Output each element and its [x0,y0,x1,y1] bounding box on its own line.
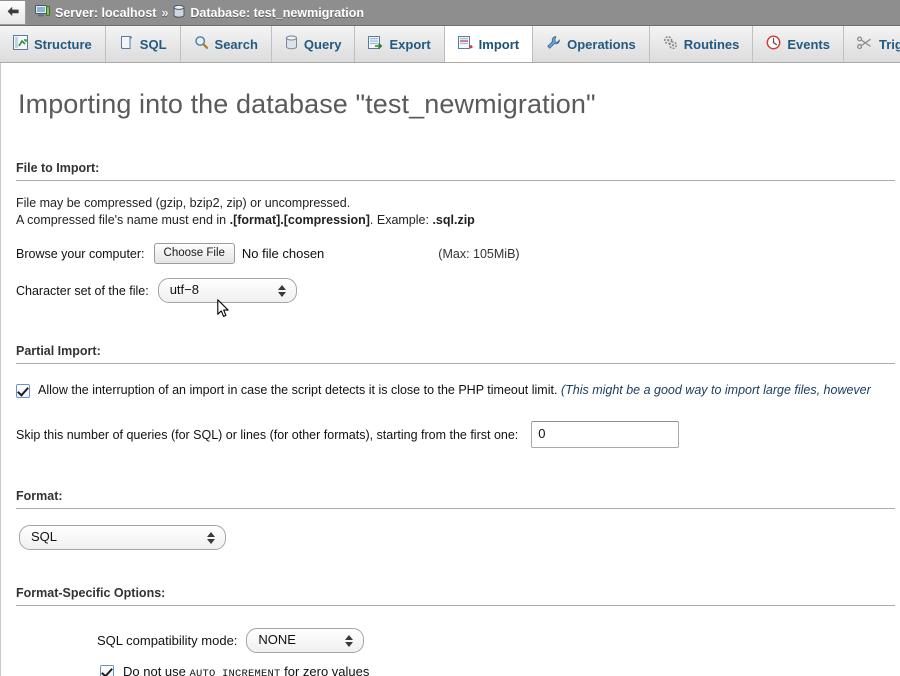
desc-line-1: File may be compressed (gzip, bzip2, zip… [16,196,351,210]
back-arrow-icon [6,5,20,19]
allow-interrupt-main: Allow the interruption of an import in c… [38,383,558,397]
main-tab-bar: Structure SQL Search Query Export Import… [0,26,900,63]
desc-format-compression: .[format].[compression] [229,213,370,227]
sql-compatibility-select[interactable]: NONE [246,628,365,653]
breadcrumb-database[interactable]: Database: test_newmigration [173,4,365,21]
triggers-icon [857,35,873,53]
query-icon [285,35,298,53]
skip-queries-input[interactable] [531,421,680,448]
desc-line-2-mid: . Example: [369,213,433,227]
search-icon [194,35,209,53]
breadcrumb: Server: localhost » Database: test_newmi… [35,4,365,21]
charset-select-value: utf−8 [169,282,199,297]
tab-triggers[interactable]: Trigg [844,26,900,62]
tab-events[interactable]: Events [753,26,844,62]
server-breadcrumb-bar: Server: localhost » Database: test_newmi… [0,0,900,26]
file-to-import-legend: File to Import: [16,161,895,181]
auto-increment-checkbox[interactable] [100,665,114,676]
skip-queries-row: Skip this number of queries (for SQL) or… [16,421,893,448]
gears-icon [663,35,678,53]
sql-icon [119,35,134,53]
choose-file-button[interactable]: Choose File [153,243,235,264]
partial-import-legend: Partial Import: [16,344,895,364]
page-title: Importing into the database "test_newmig… [18,89,596,119]
breadcrumb-server-label: Server: localhost [55,5,157,20]
database-icon [173,4,185,21]
allow-interrupt-row[interactable]: Allow the interruption of an import in c… [16,383,893,398]
tab-import[interactable]: Import [443,26,534,62]
import-page-content: Importing into the database "test_newmig… [0,63,900,676]
chevron-updown-icon [345,634,354,648]
allow-interrupt-checkbox[interactable] [16,384,30,398]
breadcrumb-database-label: Database: test_newmigration [190,5,365,20]
desc-sql-zip-example: .sql.zip [432,213,475,227]
tab-operations[interactable]: Operations [533,26,650,62]
chevron-updown-icon [207,531,216,545]
charset-label: Character set of the file: [16,283,149,298]
tab-operations-label: Operations [567,36,636,52]
chevron-updown-icon [277,284,287,298]
tab-search-label: Search [214,36,258,52]
tab-export[interactable]: Export [355,26,445,62]
tab-sql[interactable]: SQL [106,26,181,62]
tab-sql-label: SQL [139,36,167,52]
tab-routines-label: Routines [683,36,740,52]
tab-events-label: Events [787,36,830,52]
charset-select[interactable]: utf−8 [157,278,297,303]
auto-increment-row[interactable]: Do not use AUTO_INCREMENT for zero value… [100,664,893,676]
auto-increment-keyword: AUTO_INCREMENT [189,668,281,676]
tab-routines[interactable]: Routines [650,26,754,62]
format-legend: Format: [16,489,895,509]
sql-compatibility-value: NONE [258,632,296,647]
import-icon [457,35,473,53]
charset-row: Character set of the file: utf−8 [16,278,893,303]
tab-import-label: Import [478,36,520,52]
skip-queries-label: Skip this number of queries (for SQL) or… [16,427,519,442]
sql-compatibility-label: SQL compatibility mode: [97,633,238,648]
browse-row: Browse your computer: Choose File No fil… [16,243,893,264]
auto-increment-pre: Do not use [123,664,190,676]
arrow-left-icon [7,6,19,16]
allow-interrupt-text: Allow the interruption of an import in c… [38,383,871,397]
clock-icon [766,35,781,53]
max-upload-size: (Max: 105MiB) [438,246,520,261]
format-select-value: SQL [31,529,58,544]
format-specific-options-legend: Format-Specific Options: [16,586,895,606]
tab-structure-label: Structure [34,36,92,52]
tab-export-label: Export [389,36,431,52]
structure-icon [13,35,28,53]
tab-search[interactable]: Search [181,26,272,62]
tab-triggers-label: Trigg [879,36,900,52]
auto-increment-post: for zero values [280,664,370,676]
browse-label: Browse your computer: [16,246,145,261]
file-input[interactable]: Choose File No file chosen [153,243,325,264]
file-to-import-description: File may be compressed (gzip, bzip2, zip… [16,195,893,229]
wrench-icon [546,35,561,53]
back-button[interactable] [0,0,26,25]
tab-query[interactable]: Query [272,26,356,62]
tab-query-label: Query [303,36,342,52]
auto-increment-text: Do not use AUTO_INCREMENT for zero value… [123,664,369,676]
breadcrumb-server[interactable]: Server: localhost [35,5,156,20]
sql-compatibility-row: SQL compatibility mode: NONE [97,628,893,653]
desc-line-2-pre: A compressed file's name must end in [16,213,230,227]
tab-structure[interactable]: Structure [0,26,106,62]
server-icon [35,5,50,20]
allow-interrupt-note: (This might be a good way to import larg… [560,383,871,397]
breadcrumb-separator: » [161,5,169,20]
format-select[interactable]: SQL [19,525,226,550]
file-status-text: No file chosen [241,246,325,261]
export-icon [368,35,383,53]
